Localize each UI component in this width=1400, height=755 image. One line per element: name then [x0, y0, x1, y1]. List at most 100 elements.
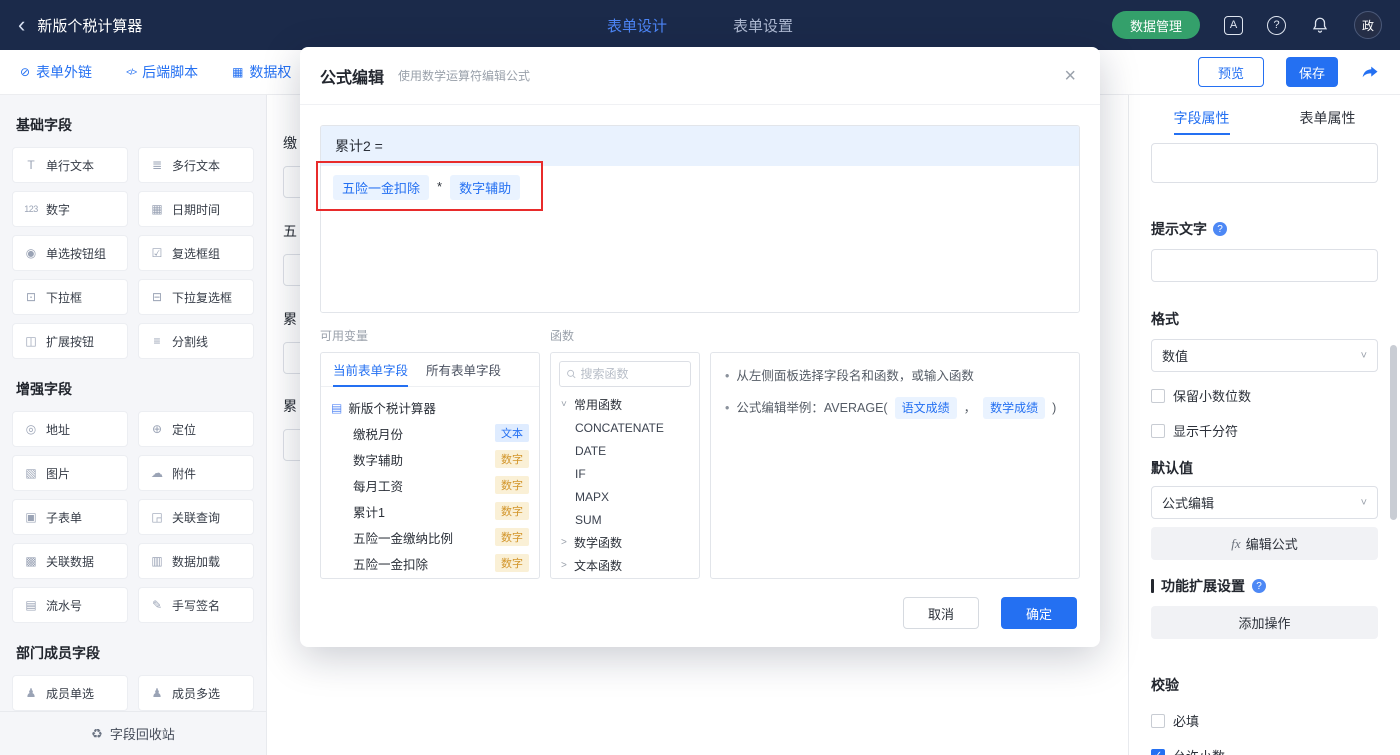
default-value-select[interactable]: 公式编辑 ˅ — [1151, 486, 1378, 519]
allow-decimal-row: ✓ 允许小数 — [1151, 746, 1378, 755]
preview-button[interactable]: 预览 — [1198, 57, 1264, 87]
function-group-math[interactable]: ˃ 数学函数 — [551, 531, 699, 554]
sidebar-item-multi-line-text[interactable]: ≣ 多行文本 — [138, 147, 254, 183]
share-icon[interactable] — [1360, 62, 1380, 82]
variable-row[interactable]: 每月工资 数字 — [331, 472, 529, 498]
sidebar-item-signature[interactable]: ✎ 手写签名 — [138, 587, 254, 623]
cancel-button[interactable]: 取消 — [903, 597, 979, 629]
sidebar-item-dropdown[interactable]: ⊡ 下拉框 — [12, 279, 128, 315]
document-icon: ▤ — [331, 400, 343, 415]
sidebar-item-attachment[interactable]: ☁ 附件 — [138, 455, 254, 491]
variables-label: 可用变量 — [320, 329, 369, 343]
variable-row[interactable]: 五险一金缴纳比例 数字 — [331, 524, 529, 550]
back-button[interactable]: ‹ — [18, 14, 25, 36]
default-value-label: 默认值 — [1151, 458, 1378, 478]
tab-form-design[interactable]: 表单设计 — [607, 15, 667, 36]
sidebar-item-linked-data[interactable]: ▩ 关联数据 — [12, 543, 128, 579]
function-item[interactable]: CONCATENATE — [551, 416, 699, 439]
sidebar-item-label: 附件 — [172, 466, 197, 481]
function-item[interactable]: DATE — [551, 439, 699, 462]
edit-formula-button[interactable]: fx 编辑公式 — [1151, 527, 1378, 560]
section-bar — [1151, 579, 1154, 593]
variable-row[interactable]: 五险一金扣除 数字 — [331, 550, 529, 576]
data-manage-button[interactable]: 数据管理 — [1111, 11, 1200, 39]
function-group-common[interactable]: ˅ 常用函数 — [551, 393, 699, 416]
thousands-checkbox[interactable] — [1151, 423, 1165, 438]
sidebar-item-data-load[interactable]: ▥ 数据加载 — [138, 543, 254, 579]
confirm-button[interactable]: 确定 — [1001, 597, 1077, 629]
checkbox-label: 允许小数 — [1173, 746, 1225, 755]
sidebar-item-label: 成员多选 — [172, 686, 221, 701]
section-basic-fields: 基础字段 T 单行文本 ≣ 多行文本 123 数字 ▦ 日期时间 ◉ 单选按钮组… — [12, 115, 254, 359]
field-recycle-bin[interactable]: ♻ 字段回收站 — [0, 711, 266, 755]
signature-icon: ✎ — [151, 598, 163, 612]
variable-name: 累计1 — [353, 505, 385, 520]
avatar[interactable]: 政 — [1354, 11, 1382, 39]
data-permission-button[interactable]: ▦ 数据权 — [232, 62, 291, 82]
sidebar-item-serial-number[interactable]: ▤ 流水号 — [12, 587, 128, 623]
search-icon — [567, 369, 576, 379]
function-group-text[interactable]: ˃ 文本函数 — [551, 554, 699, 577]
sidebar-item-member-single[interactable]: ♟ 成员单选 — [12, 675, 128, 711]
close-icon[interactable]: × — [1064, 66, 1076, 86]
sidebar-item-single-line-text[interactable]: T 单行文本 — [12, 147, 128, 183]
sidebar-item-image[interactable]: ▧ 图片 — [12, 455, 128, 491]
variable-row[interactable]: 累计1 数字 — [331, 498, 529, 524]
variable-type-badge: 数字 — [495, 476, 529, 494]
sidebar-item-linked-query[interactable]: ◲ 关联查询 — [138, 499, 254, 535]
question-icon[interactable]: ? — [1213, 222, 1227, 236]
hint-text-input[interactable] — [1151, 249, 1378, 282]
add-action-button[interactable]: 添加操作 — [1151, 606, 1378, 639]
formula-field-chip[interactable]: 五险一金扣除 — [333, 175, 430, 200]
bell-icon[interactable] — [1310, 15, 1330, 35]
backend-script-button[interactable]: </> 后端脚本 — [126, 62, 198, 82]
form-external-link-button[interactable]: ⊘ 表单外链 — [20, 62, 92, 82]
sidebar-item-datetime[interactable]: ▦ 日期时间 — [138, 191, 254, 227]
required-checkbox[interactable] — [1151, 713, 1165, 728]
tab-form-settings[interactable]: 表单设置 — [733, 15, 793, 36]
function-item[interactable]: MAPX — [551, 485, 699, 508]
checkbox-icon: ☑ — [151, 246, 163, 260]
sidebar-item-address[interactable]: ◎ 地址 — [12, 411, 128, 447]
function-item[interactable]: IF — [551, 462, 699, 485]
variable-name: 五险一金缴纳比例 — [353, 531, 454, 546]
question-icon[interactable]: ? — [1252, 579, 1266, 593]
sidebar-item-divider[interactable]: ≡ 分割线 — [138, 323, 254, 359]
sidebar-item-location[interactable]: ⊕ 定位 — [138, 411, 254, 447]
title-input[interactable] — [1151, 143, 1378, 183]
variable-row[interactable]: 数字辅助 数字 — [331, 446, 529, 472]
sidebar-item-number[interactable]: 123 数字 — [12, 191, 128, 227]
section-title: 部门成员字段 — [16, 645, 100, 661]
toolbar-actions: 预览 保存 — [1198, 57, 1380, 87]
sidebar-item-radio-group[interactable]: ◉ 单选按钮组 — [12, 235, 128, 271]
sidebar-item-checkbox-group[interactable]: ☑ 复选框组 — [138, 235, 254, 271]
sidebar-item-label: 日期时间 — [172, 202, 221, 217]
variables-root[interactable]: ▤ 新版个税计算器 — [331, 395, 529, 420]
tab-current-form-fields[interactable]: 当前表单字段 — [333, 353, 409, 387]
format-select[interactable]: 数值 ˅ — [1151, 339, 1378, 372]
sidebar-item-subform[interactable]: ▣ 子表单 — [12, 499, 128, 535]
function-search-input[interactable] — [580, 367, 684, 381]
sidebar-item-member-multi[interactable]: ♟ 成员多选 — [138, 675, 254, 711]
formula-editor-area[interactable]: 五险一金扣除 * 数字辅助 — [321, 166, 1079, 312]
sidebar-item-extend-button[interactable]: ◫ 扩展按钮 — [12, 323, 128, 359]
formula-field-chip[interactable]: 数字辅助 — [450, 175, 521, 200]
sidebar-item-label: 下拉复选框 — [172, 290, 233, 305]
variable-row[interactable]: 缴税月份 文本 — [331, 420, 529, 446]
keep-decimal-checkbox[interactable] — [1151, 388, 1165, 403]
panel-scrollbar[interactable] — [1390, 345, 1397, 520]
allow-decimal-checkbox[interactable]: ✓ — [1151, 748, 1165, 755]
translate-icon[interactable]: A — [1224, 15, 1243, 35]
sidebar-item-dropdown-multi[interactable]: ⊟ 下拉复选框 — [138, 279, 254, 315]
sidebar-item-label: 手写签名 — [172, 598, 221, 613]
save-button[interactable]: 保存 — [1286, 57, 1338, 87]
tab-field-properties[interactable]: 字段属性 — [1173, 95, 1230, 141]
extend-button-icon: ◫ — [25, 334, 37, 348]
label-text: 功能扩展设置 — [1161, 578, 1245, 594]
chevron-down-icon: ˅ — [1360, 349, 1367, 362]
help-icon[interactable]: ? — [1267, 15, 1286, 35]
function-item[interactable]: SUM — [551, 508, 699, 531]
sidebar-item-label: 分割线 — [172, 334, 209, 349]
tab-form-properties[interactable]: 表单属性 — [1300, 95, 1356, 141]
tab-all-form-fields[interactable]: 所有表单字段 — [426, 353, 501, 386]
